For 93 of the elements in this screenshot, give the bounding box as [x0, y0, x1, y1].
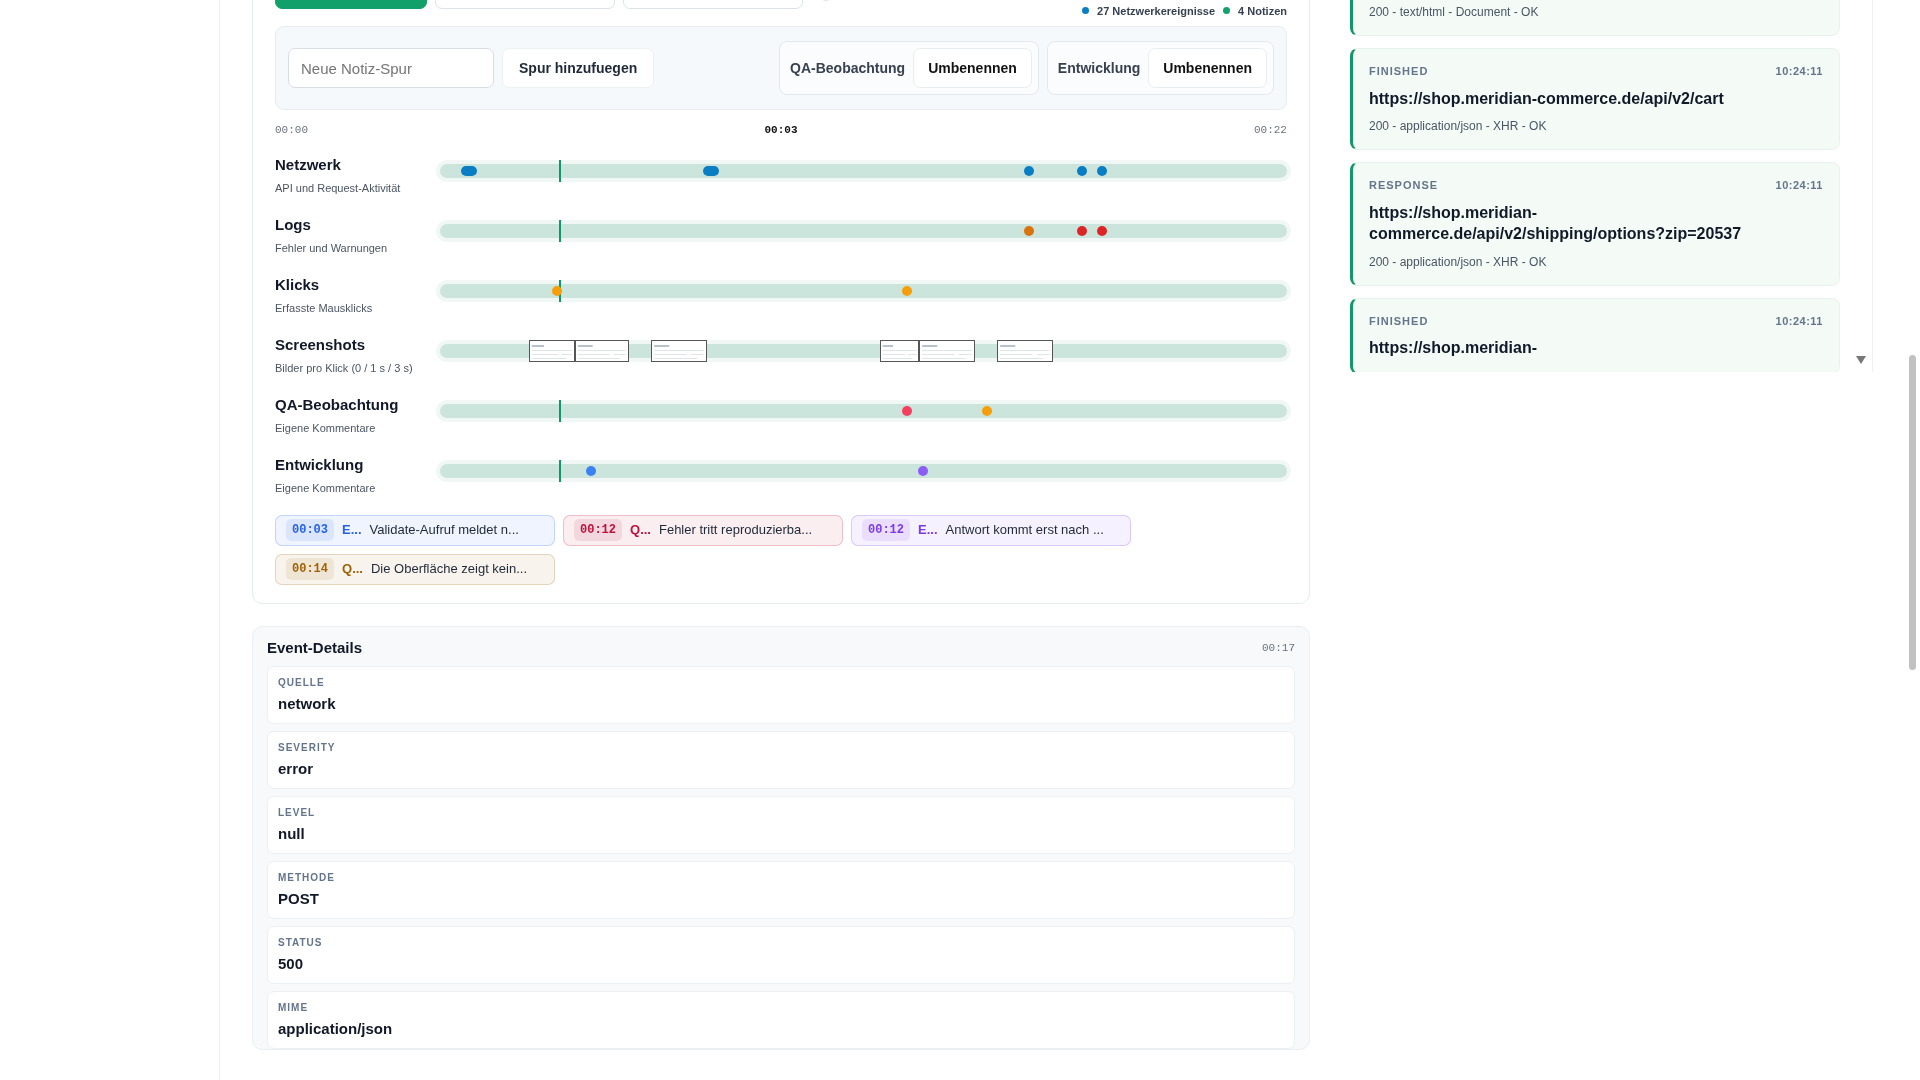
event-dot[interactable] — [551, 285, 562, 296]
track-title: Logs — [275, 216, 312, 235]
network-event-card[interactable]: 200 - text/html - Document - OK — [1350, 0, 1840, 36]
track-subtitle: API und Request-Aktivität — [275, 181, 402, 197]
event-dot[interactable] — [917, 465, 928, 476]
track-title: Entwicklung — [275, 456, 365, 475]
track-subtitle: Bilder pro Klick (0 / 1 s / 3 s) — [275, 361, 414, 377]
track-subtitle: Erfasste Mausklicks — [275, 301, 374, 317]
playhead-line — [558, 159, 561, 182]
timestamp: 00:17 — [1262, 640, 1295, 656]
event-dot[interactable] — [1076, 165, 1087, 176]
screenshot-thumbnail[interactable] — [879, 339, 920, 362]
event-dot[interactable] — [1097, 225, 1108, 236]
event-dot[interactable] — [902, 405, 913, 416]
scrollbar-thumb[interactable] — [1909, 355, 1916, 670]
request-meta: 200 - application/json - XHR - OK — [1369, 118, 1548, 136]
field-value: error — [278, 759, 315, 779]
event-time: 10:24:11 — [1775, 313, 1823, 329]
screenshot-thumbnail[interactable] — [574, 339, 629, 362]
event-status: RESPONSE — [1369, 178, 1439, 194]
time-label: 00:00 — [275, 123, 308, 138]
event-dot[interactable] — [1024, 225, 1035, 236]
note-time: 00:03 — [286, 519, 334, 541]
track-label: Entwicklung — [1056, 58, 1141, 78]
request-meta: 200 - text/html - Document - OK — [1369, 4, 1540, 21]
playhead-line — [558, 219, 561, 242]
event-dot[interactable] — [902, 285, 913, 296]
track-title: Klicks — [275, 276, 321, 295]
track-label: QA-Beobachtung — [789, 58, 906, 78]
add-track-button[interactable]: Spur hinzufuegen — [502, 48, 655, 88]
field-value: network — [278, 694, 337, 714]
note-text: Fehler tritt reproduzierba... — [658, 521, 813, 540]
note-chip[interactable]: 00:12 E... Antwort kommt erst nach ... — [851, 514, 1131, 546]
screenshot-thumbnail[interactable] — [919, 339, 976, 362]
request-url: https://shop.meridian-commerce.de/api/v2/cart — [1369, 88, 1725, 109]
request-url: https://shop.meridian-commerce.de/api/v2/shipping/options?zip=20537 — [1369, 202, 1743, 245]
track-title: Netzwerk — [275, 156, 342, 175]
track-title: QA-Beobachtung — [275, 396, 400, 415]
field-label: MIME — [278, 1001, 310, 1015]
legend-label: 4 Notizen — [1238, 3, 1287, 19]
panel-title: Event-Details — [267, 637, 363, 658]
time-label: 00:22 — [1253, 123, 1287, 138]
track-subtitle: Eigene Kommentare — [275, 421, 377, 437]
field-label: SEVERITY — [278, 741, 337, 755]
event-status: FINISHED — [1369, 313, 1429, 329]
note-text: Die Oberfläche zeigt kein... — [370, 560, 528, 579]
note-time: 00:14 — [286, 558, 334, 580]
note-track: Q... — [630, 521, 651, 540]
track-subtitle: Fehler und Warnungen — [275, 241, 389, 257]
event-dot[interactable] — [585, 465, 596, 476]
rename-button[interactable]: Umbenennen — [913, 48, 1032, 88]
event-time: 10:24:11 — [1775, 64, 1823, 79]
event-status: FINISHED — [1369, 64, 1429, 79]
screenshot-thumbnail[interactable] — [650, 339, 707, 362]
note-track: Q... — [342, 560, 363, 579]
field-value: 500 — [278, 954, 305, 974]
track-name-input[interactable]: Neue Notiz-Spur — [288, 48, 494, 88]
note-chip[interactable]: 00:14 Q... Die Oberfläche zeigt kein... — [275, 553, 555, 585]
note-track: E... — [342, 521, 362, 540]
scroll-down-icon[interactable] — [1856, 356, 1866, 364]
request-url: https://shop.meridian- — [1369, 338, 1538, 359]
event-dot[interactable] — [1024, 165, 1035, 176]
note-track: E... — [918, 521, 938, 540]
rename-button[interactable]: Umbenennen — [1148, 48, 1267, 88]
track-subtitle: Eigene Kommentare — [275, 481, 377, 497]
event-dot[interactable] — [1097, 165, 1108, 176]
request-meta: 200 - application/json - XHR - OK — [1369, 253, 1548, 271]
field-label: LEVEL — [278, 806, 317, 820]
field-value: POST — [278, 889, 320, 909]
note-time: 00:12 — [574, 519, 622, 541]
field-label: QUELLE — [278, 676, 326, 690]
event-dot[interactable] — [1076, 225, 1087, 236]
playhead-line — [558, 459, 561, 482]
screenshot-thumbnail[interactable] — [528, 339, 575, 362]
note-text: Validate-Aufruf meldet n... — [369, 521, 519, 540]
playhead-line — [558, 399, 561, 422]
event-time: 10:24:11 — [1775, 178, 1823, 194]
network-event-card[interactable]: FINISHED 10:24:11 https://shop.meridian-commerce.de/api/v2/cart 200 - application/json - XHR - OK — [1350, 48, 1840, 151]
network-event-card[interactable]: FINISHED 10:24:11 https://shop.meridian- — [1350, 297, 1840, 372]
field-label: STATUS — [278, 936, 324, 950]
field-value: application/json — [278, 1019, 394, 1039]
network-event-card[interactable]: RESPONSE 10:24:11 https://shop.meridian-commerce.de/api/v2/shipping/options?zip=20537 200 - application/json - XHR - OK — [1350, 162, 1840, 286]
note-chip[interactable]: 00:12 Q... Fehler tritt reproduzierba... — [563, 514, 843, 546]
note-text: Antwort kommt erst nach ... — [945, 521, 1104, 540]
note-time: 00:12 — [862, 519, 910, 541]
note-chip[interactable]: 00:03 E... Validate-Aufruf meldet n... — [275, 514, 555, 546]
field-value: null — [278, 824, 306, 844]
current-time: 00:03 — [764, 123, 798, 138]
track-title: Screenshots — [275, 336, 367, 355]
legend-label: 27 Netzwerkereignisse — [1097, 3, 1216, 19]
field-label: METHODE — [278, 871, 336, 885]
event-dot[interactable] — [982, 405, 993, 416]
screenshot-thumbnail[interactable] — [997, 339, 1054, 362]
